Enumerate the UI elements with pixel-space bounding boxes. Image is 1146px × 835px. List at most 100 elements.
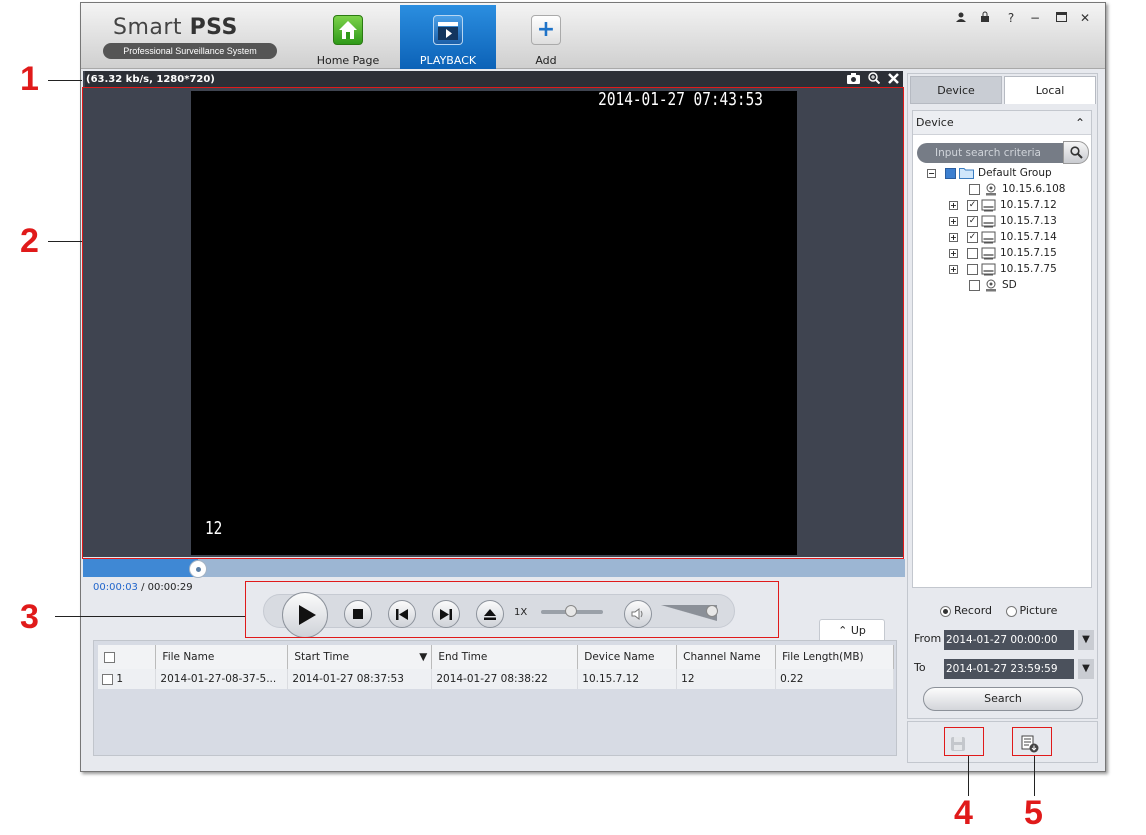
search-icon[interactable] [1063, 141, 1089, 164]
close-video-icon[interactable] [888, 73, 899, 87]
help-icon[interactable]: ? [1003, 11, 1019, 25]
search-button[interactable]: Search [923, 687, 1083, 711]
nav-add-label: Add [535, 54, 557, 67]
collapse-group-icon[interactable]: − [927, 168, 936, 178]
col-device-name[interactable]: Device Name [577, 645, 678, 669]
tree-item-checkbox[interactable]: ✓ [967, 215, 978, 227]
dvr-icon [981, 215, 996, 228]
from-date-dropdown-icon[interactable]: ▼ [1078, 630, 1094, 650]
tree-item[interactable]: 10.15.6.108 [949, 181, 1065, 197]
nav-playback[interactable]: PLAYBACK [400, 5, 496, 69]
playback-time: 00:00:03 / 00:00:29 [93, 582, 193, 593]
cell-end-time: 2014-01-27 08:38:22 [431, 669, 579, 689]
col-end-time[interactable]: End Time [431, 645, 579, 669]
tree-item-label: 10.15.7.15 [1000, 247, 1057, 259]
radio-record[interactable]: Record [940, 604, 992, 617]
video-info-bar: (63.32 kb/s, 1280*720) [85, 71, 903, 88]
top-bar: Smart PSS Professional Surveillance Syst… [81, 3, 1105, 69]
nav-home-page[interactable]: Home Page [313, 5, 383, 69]
tree-item[interactable]: SD [949, 277, 1017, 293]
table-row[interactable]: 1 2014-01-27-08-37-5... 2014-01-27 08:37… [98, 669, 894, 689]
select-all-header[interactable] [98, 645, 157, 669]
progress-fill [83, 559, 199, 577]
expand-icon[interactable]: + [949, 216, 958, 226]
to-date-field[interactable]: 2014-01-27 23:59:59 [944, 659, 1074, 679]
tree-item-checkbox[interactable] [967, 263, 978, 275]
expand-icon[interactable]: + [949, 248, 958, 258]
bitrate-resolution-text: (63.32 kb/s, 1280*720) [86, 74, 215, 85]
chevron-up-icon: ⌃ [838, 624, 848, 637]
cell-file-name: 2014-01-27-08-37-5... [155, 669, 289, 689]
dvr-icon [981, 263, 996, 276]
tree-item-label: 10.15.7.14 [1000, 231, 1057, 243]
device-tree-panel: Device ⌃ Input search criteria − Default … [912, 110, 1092, 588]
file-table: File Name Start Time ▼ End Time Device Na… [98, 645, 894, 689]
expand-icon[interactable]: + [949, 264, 958, 274]
callout-4: 4 [954, 794, 973, 832]
from-date-field[interactable]: 2014-01-27 00:00:00 [944, 630, 1074, 650]
callout-1: 1 [20, 60, 39, 98]
collapse-icon[interactable]: ⌃ [1075, 111, 1085, 135]
select-all-checkbox[interactable] [104, 651, 115, 663]
up-tab[interactable]: ⌃ Up [819, 619, 885, 641]
nav-home-label: Home Page [316, 54, 380, 67]
tree-item-checkbox[interactable] [967, 247, 978, 259]
callout-5: 5 [1024, 794, 1043, 832]
current-time: 00:00:03 [93, 582, 138, 593]
to-date-dropdown-icon[interactable]: ▼ [1078, 659, 1094, 679]
row-checkbox[interactable] [102, 673, 113, 685]
col-file-name[interactable]: File Name [155, 645, 289, 669]
col-start-time-label: Start Time [294, 651, 350, 663]
device-search-input[interactable]: Input search criteria [917, 143, 1065, 163]
tree-item-label: 10.15.7.75 [1000, 263, 1057, 275]
tree-item[interactable]: + ✓ 10.15.7.14 [949, 229, 1057, 245]
user-icon[interactable] [953, 11, 969, 26]
radio-picture[interactable]: Picture [1005, 604, 1057, 617]
expand-icon[interactable]: + [949, 232, 958, 242]
total-time: 00:00:29 [147, 582, 193, 593]
up-tab-label: Up [850, 624, 866, 637]
tree-item-label: SD [1002, 279, 1017, 291]
dvr-icon [981, 199, 996, 212]
col-file-length[interactable]: File Length(MB) [775, 645, 894, 669]
app-subtitle: Professional Surveillance System [103, 43, 277, 59]
group-checkbox[interactable] [945, 167, 956, 179]
cell-file-length: 0.22 [775, 669, 894, 689]
annotation-line-2 [48, 241, 82, 242]
minimize-icon[interactable]: − [1027, 11, 1043, 25]
cell-channel-name: 12 [676, 669, 777, 689]
tab-local[interactable]: Local [1004, 76, 1096, 104]
tree-item-checkbox[interactable]: ✓ [967, 231, 978, 243]
progress-thumb[interactable] [189, 560, 208, 578]
close-icon[interactable]: ✕ [1077, 11, 1093, 25]
sort-desc-icon: ▼ [419, 651, 428, 663]
camera-icon [983, 183, 998, 196]
maximize-icon[interactable] [1053, 11, 1069, 25]
tree-item[interactable]: + ✓ 10.15.7.13 [949, 213, 1057, 229]
from-date-row: From 2014-01-27 00:00:00 ▼ [914, 630, 1094, 650]
tree-item[interactable]: +10.15.7.15 [949, 245, 1057, 261]
callout-3: 3 [20, 598, 39, 636]
tree-group-default[interactable]: − Default Group [927, 165, 1052, 181]
home-icon [333, 15, 363, 45]
tree-item[interactable]: + ✓ 10.15.7.12 [949, 197, 1057, 213]
zoom-icon[interactable] [868, 72, 884, 87]
tree-item-checkbox[interactable] [969, 183, 980, 195]
expand-icon[interactable]: + [949, 200, 958, 210]
playback-progress-bar[interactable] [83, 559, 905, 578]
tree-item-checkbox[interactable] [969, 279, 980, 291]
tree-item-checkbox[interactable]: ✓ [967, 199, 978, 211]
tree-item[interactable]: +10.15.7.75 [949, 261, 1057, 277]
nav-add[interactable]: + Add [511, 5, 581, 69]
col-start-time[interactable]: Start Time ▼ [287, 645, 433, 669]
radio-picture-dot[interactable] [1005, 605, 1017, 617]
radio-record-dot[interactable] [940, 605, 951, 617]
row-select[interactable]: 1 [98, 669, 157, 689]
lock-icon[interactable] [977, 11, 993, 26]
device-section-header[interactable]: Device ⌃ [913, 111, 1091, 135]
file-type-selector: Record Picture [940, 604, 1057, 617]
plus-icon: + [531, 15, 561, 45]
snapshot-icon[interactable] [846, 73, 864, 87]
col-channel-name[interactable]: Channel Name [676, 645, 777, 669]
tab-device[interactable]: Device [910, 76, 1002, 104]
